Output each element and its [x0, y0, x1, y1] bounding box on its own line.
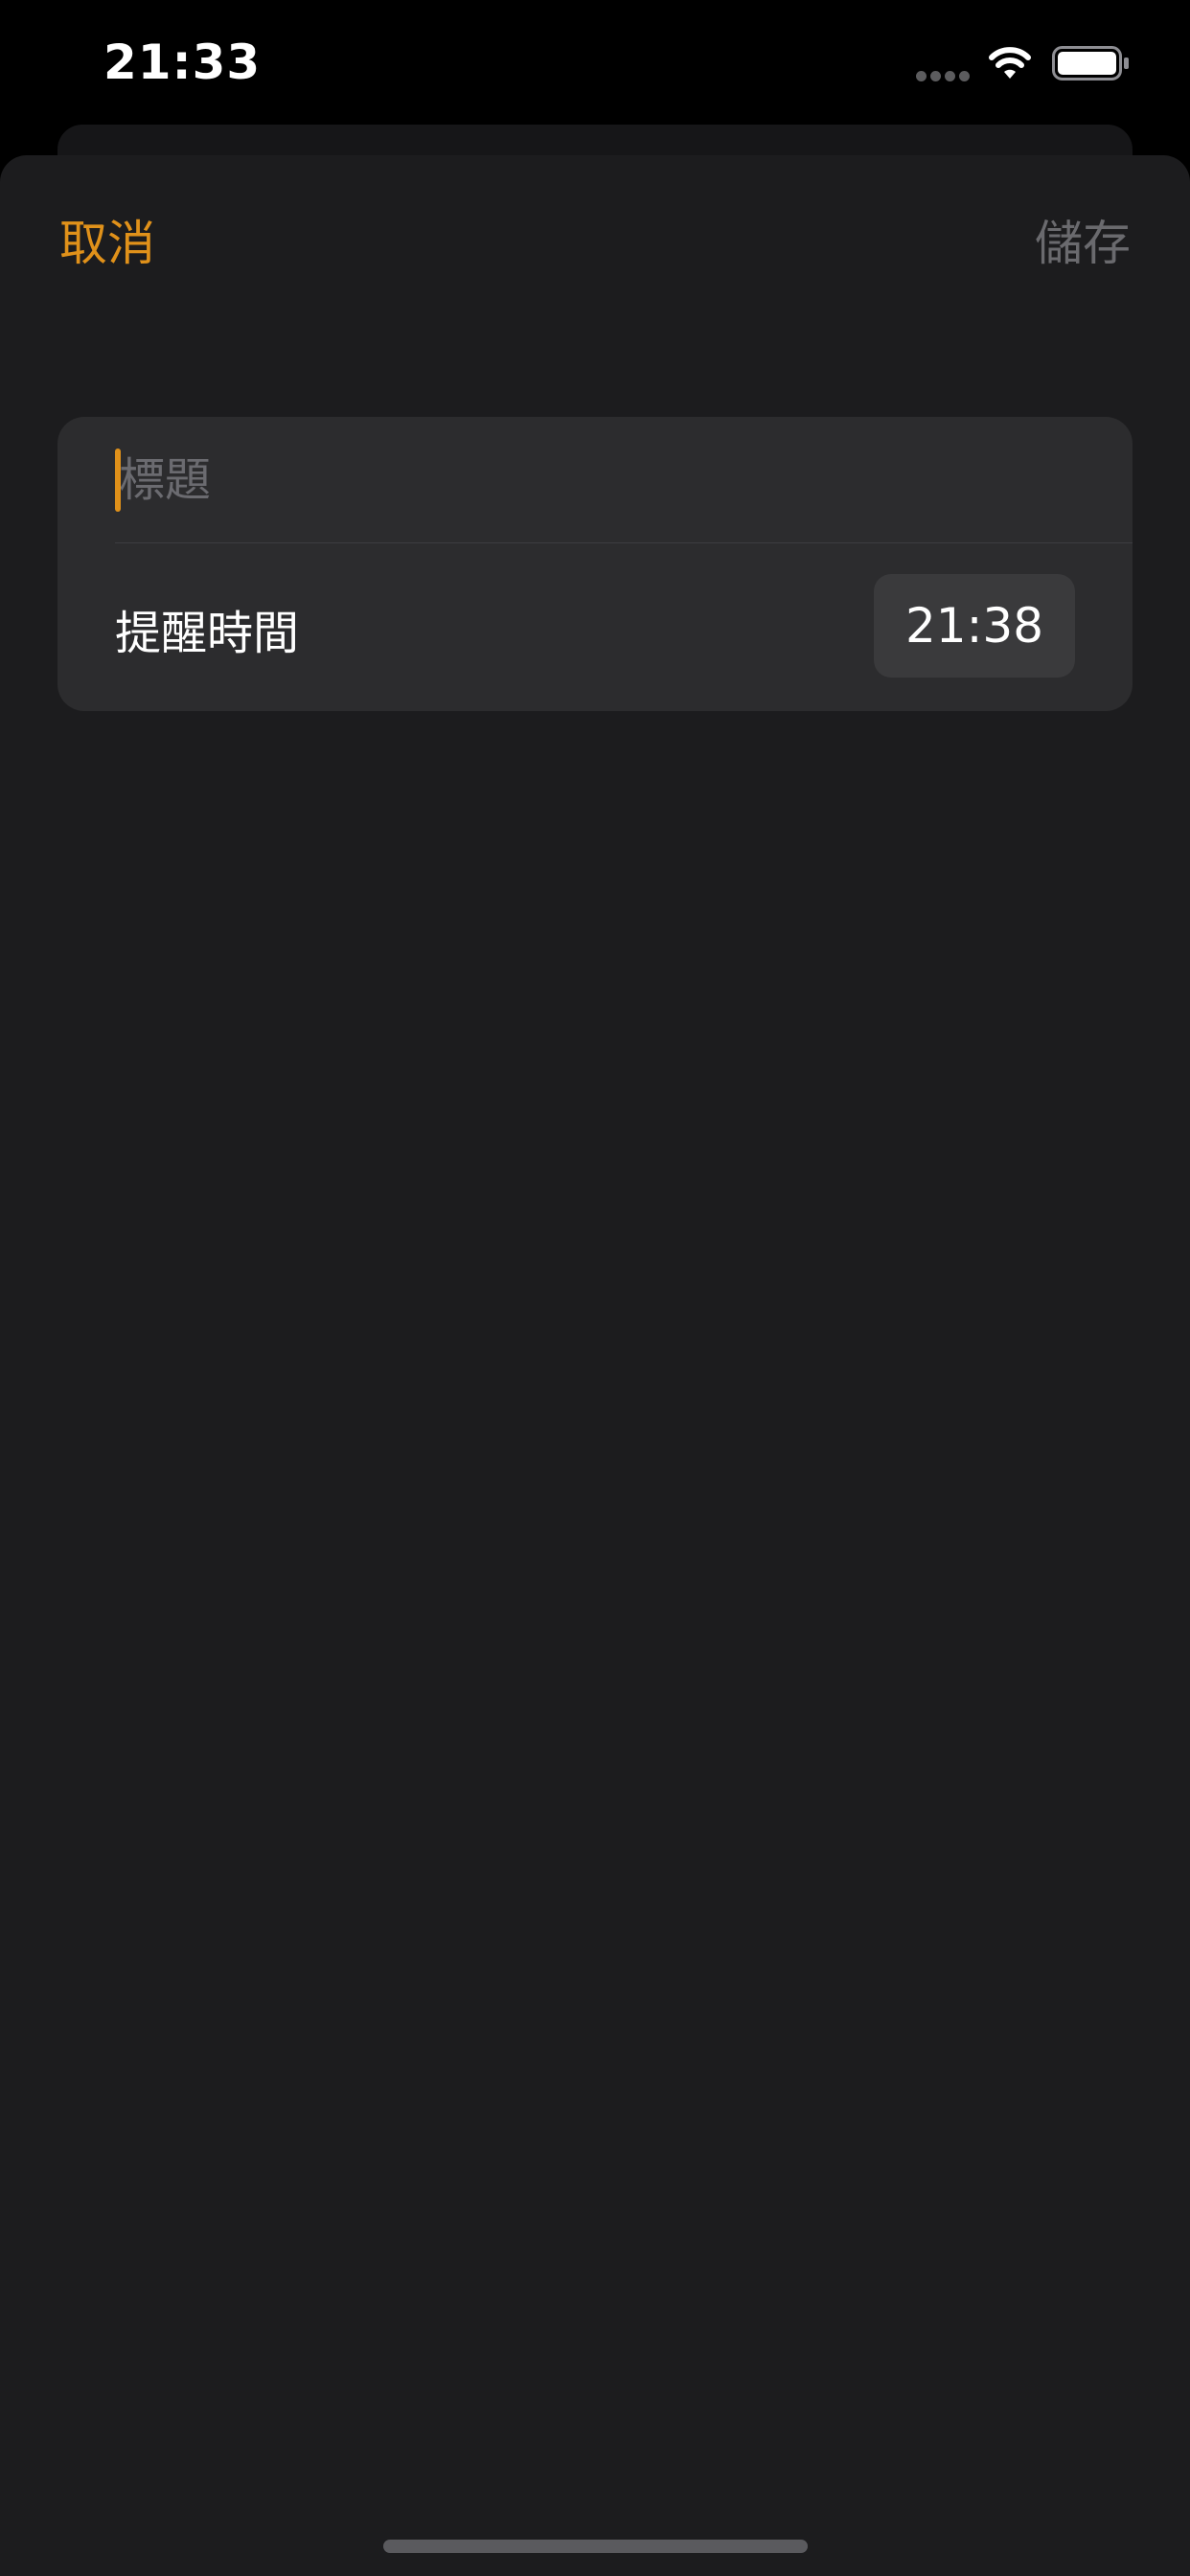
cellular-dots-icon: [916, 71, 972, 82]
reminder-form-group: 提醒時間 21:38: [57, 417, 1133, 711]
cancel-button[interactable]: 取消: [59, 205, 155, 274]
wifi-icon: [989, 47, 1031, 79]
modal-sheet: 取消 儲存 提醒時間 21:38: [0, 155, 1190, 2576]
save-button[interactable]: 儲存: [1035, 205, 1131, 274]
screen: 21:33 取消 儲存 提醒時間: [0, 0, 1190, 2576]
title-input[interactable]: [115, 444, 1077, 517]
reminder-time-label: 提醒時間: [115, 607, 300, 660]
text-cursor: [115, 448, 121, 512]
status-time: 21:33: [103, 34, 262, 90]
reminder-time-row: 提醒時間 21:38: [57, 543, 1133, 711]
status-bar: 21:33: [0, 0, 1190, 125]
battery-icon: [1052, 46, 1129, 80]
reminder-time-picker[interactable]: 21:38: [874, 574, 1075, 678]
title-row: [57, 417, 1133, 542]
home-indicator[interactable]: [383, 2540, 808, 2553]
